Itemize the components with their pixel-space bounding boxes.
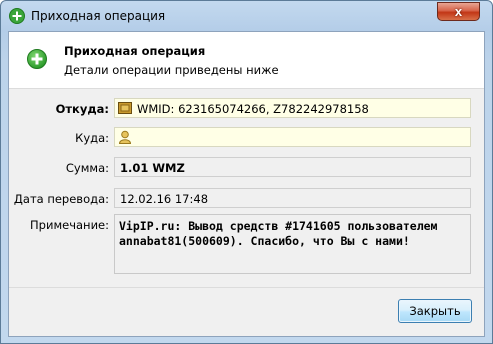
to-label: Куда:: [75, 131, 109, 145]
date-label: Дата перевода:: [13, 192, 109, 206]
dialog-window: Приходная операция x Приходная операция …: [0, 0, 493, 344]
note-label: Примечание:: [30, 218, 109, 232]
dialog-body: Приходная операция Детали операции приве…: [8, 31, 485, 337]
amount-value: 1.01 WMZ: [120, 161, 185, 175]
close-icon: x: [454, 4, 463, 19]
window-title: Приходная операция: [31, 9, 166, 23]
from-value: WMID: 623165074266, Z782242978158: [137, 102, 369, 116]
wallet-icon: [118, 102, 132, 114]
date-value: 12.02.16 17:48: [120, 192, 209, 206]
amount-label: Сумма:: [65, 161, 109, 175]
from-field[interactable]: WMID: 623165074266, Z782242978158: [114, 98, 471, 118]
close-button[interactable]: Закрыть: [398, 299, 472, 323]
date-field: 12.02.16 17:48: [114, 188, 471, 208]
header-title: Приходная операция: [64, 44, 206, 58]
header-subtitle: Детали операции приведены ниже: [64, 63, 279, 77]
window-close-button[interactable]: x: [437, 2, 480, 21]
footer-divider: [9, 287, 484, 288]
green-plus-icon: [9, 8, 25, 24]
dialog-header: Приходная операция Детали операции приве…: [9, 32, 484, 89]
amount-field: 1.01 WMZ: [114, 157, 471, 177]
green-plus-icon: [27, 49, 47, 69]
title-bar[interactable]: Приходная операция x: [1, 1, 492, 31]
to-field[interactable]: [114, 127, 471, 147]
user-icon: [118, 130, 132, 144]
from-label: Откуда:: [55, 102, 109, 116]
note-field[interactable]: VipIP.ru: Вывод средств #1741605 пользов…: [114, 214, 471, 274]
